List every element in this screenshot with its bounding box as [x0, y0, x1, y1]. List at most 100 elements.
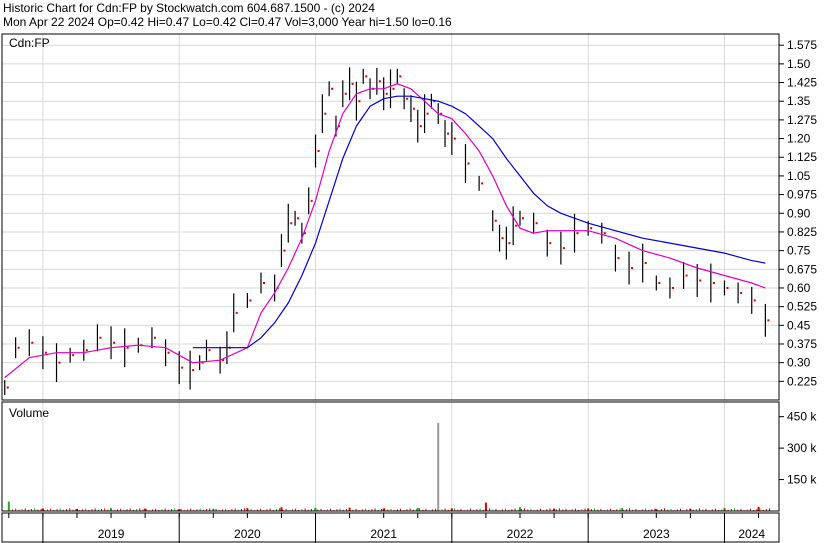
price-close-dot — [317, 150, 320, 153]
price-close-dot — [508, 242, 511, 245]
price-close-dot — [590, 227, 593, 230]
price-close-dot — [576, 232, 579, 235]
x-tick-label: 2024 — [738, 527, 765, 541]
price-close-dot — [549, 242, 552, 245]
price-close-dot — [99, 336, 102, 339]
price-close-dot — [453, 137, 456, 140]
price-close-dot — [419, 125, 422, 128]
price-close-dot — [324, 112, 327, 115]
price-close-dot — [447, 132, 450, 135]
price-close-dot — [351, 82, 354, 85]
x-tick-label: 2021 — [370, 527, 397, 541]
price-close-dot — [113, 341, 116, 344]
price-close-dot — [467, 162, 470, 165]
price-tick-label: 0.225 — [787, 374, 817, 388]
price-close-dot — [263, 281, 265, 284]
price-close-dot — [126, 346, 129, 349]
price-close-dot — [740, 291, 743, 294]
volume-bar — [280, 507, 283, 511]
price-close-dot — [481, 182, 484, 185]
price-close-dot — [378, 80, 381, 83]
price-tick-label: 1.275 — [787, 113, 817, 127]
price-close-dot — [685, 274, 688, 277]
price-close-dot — [358, 100, 361, 103]
price-tick-label: 1.125 — [787, 150, 817, 164]
x-tick-label: 2023 — [643, 527, 670, 541]
price-close-dot — [58, 361, 61, 364]
price-tick-label: 1.425 — [787, 76, 817, 90]
price-close-dot — [631, 267, 634, 270]
price-close-dot — [712, 281, 715, 284]
volume-bar — [519, 507, 521, 511]
price-tick-label: 0.60 — [787, 281, 811, 295]
price-tick-label: 0.675 — [787, 262, 817, 276]
volume-spike-bar — [437, 422, 440, 511]
price-close-dot — [412, 107, 415, 110]
price-close-dot — [85, 349, 88, 352]
price-tick-label: 1.50 — [787, 57, 811, 71]
price-close-dot — [726, 286, 729, 289]
price-close-dot — [603, 232, 606, 235]
price-close-dot — [494, 219, 497, 222]
price-tick-label: 0.375 — [787, 337, 817, 351]
x-tick-label: 2020 — [234, 527, 261, 541]
price-tick-label: 1.05 — [787, 169, 811, 183]
price-close-dot — [535, 222, 538, 225]
x-tick-label: 2022 — [507, 527, 534, 541]
chart-header-title: Historic Chart for Cdn:FP by Stockwatch.… — [3, 1, 375, 15]
price-close-dot — [501, 237, 504, 240]
price-tick-label: 0.525 — [787, 300, 817, 314]
price-tick-label: 1.35 — [787, 94, 811, 108]
price-close-dot — [522, 217, 524, 220]
price-close-dot — [249, 299, 252, 302]
price-close-dot — [644, 262, 647, 265]
x-tick-label: 2019 — [98, 527, 125, 541]
price-tick-label: 0.90 — [787, 206, 811, 220]
price-close-dot — [699, 279, 702, 282]
price-close-dot — [290, 222, 293, 225]
price-close-dot — [365, 75, 368, 78]
price-close-dot — [406, 97, 409, 100]
volume-tick-label: 450 k — [787, 410, 817, 424]
price-tick-label: 0.75 — [787, 244, 811, 258]
price-tick-label: 0.975 — [787, 188, 817, 202]
price-close-dot — [426, 112, 429, 115]
price-close-dot — [753, 299, 756, 302]
price-close-dot — [153, 336, 156, 339]
price-close-dot — [515, 224, 518, 227]
price-close-dot — [6, 386, 9, 389]
price-close-dot — [72, 354, 75, 357]
volume-bar — [757, 506, 760, 511]
price-close-dot — [562, 247, 565, 250]
price-close-dot — [235, 311, 238, 314]
price-close-dot — [283, 249, 286, 252]
price-tick-label: 1.575 — [787, 38, 817, 52]
price-close-dot — [344, 92, 347, 95]
symbol-label: Cdn:FP — [9, 36, 50, 50]
price-close-dot — [385, 92, 388, 95]
stock-chart: 0.225 0.30 0.375 0.45 0.525 0.60 0.675 0.75 0.82… — [0, 0, 830, 543]
price-close-dot — [392, 87, 395, 90]
price-close-dot — [658, 281, 661, 284]
volume-tick-label: 150 k — [787, 473, 817, 487]
volume-tick-label: 300 k — [787, 441, 817, 455]
volume-bar — [7, 501, 10, 511]
volume-panel-label: Volume — [9, 406, 50, 420]
chart-background — [0, 0, 830, 543]
price-close-dot — [44, 351, 47, 354]
price-tick-label: 0.45 — [787, 318, 811, 332]
price-close-dot — [767, 319, 770, 322]
price-close-dot — [331, 87, 334, 90]
price-close-dot — [192, 369, 195, 372]
price-close-dot — [167, 351, 170, 354]
price-close-dot — [399, 75, 402, 78]
price-close-dot — [310, 199, 313, 202]
price-close-dot — [31, 341, 34, 344]
price-close-dot — [671, 286, 674, 289]
price-tick-label: 0.825 — [787, 225, 817, 239]
price-tick-label: 1.20 — [787, 132, 811, 146]
chart-header-quote: Mon Apr 22 2024 Op=0.42 Hi=0.47 Lo=0.42 … — [3, 15, 452, 29]
price-close-dot — [181, 366, 184, 369]
price-close-dot — [617, 257, 620, 260]
price-tick-label: 0.30 — [787, 356, 811, 370]
